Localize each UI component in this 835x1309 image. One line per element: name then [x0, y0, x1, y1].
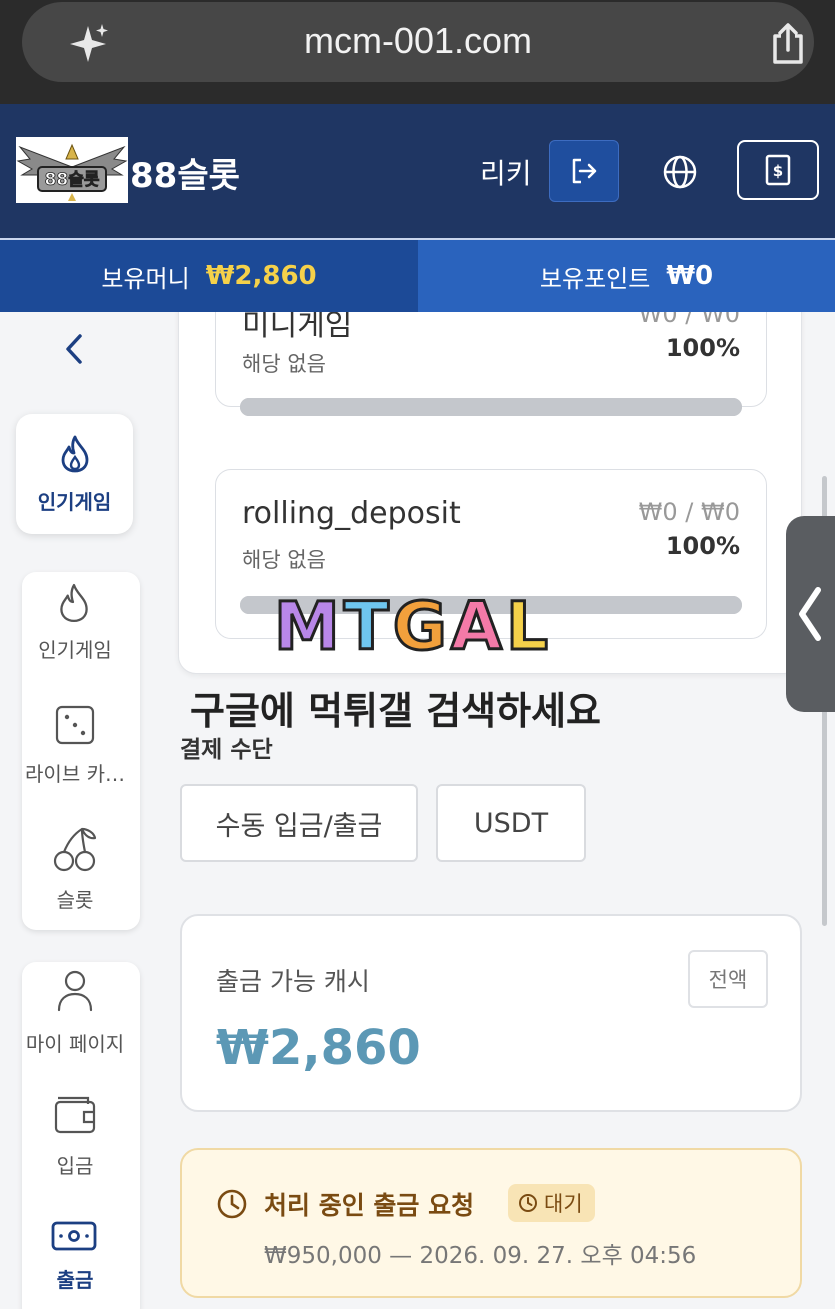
rolling-sub: 해당 없음	[242, 352, 326, 376]
watermark-letter: L	[504, 587, 553, 667]
pending-title: 처리 중인 출금 요청	[264, 1191, 475, 1220]
withdrawable-amount: ₩2,860	[216, 1020, 421, 1076]
rolling-percent: 100%	[665, 334, 740, 362]
dice-icon	[55, 705, 95, 745]
sidebar-item-label: 출금	[56, 1268, 94, 1292]
sidebar-group-games: 인기게임 라이브 카… 슬롯	[22, 572, 140, 930]
watermark: MTGAL	[273, 587, 553, 667]
browser-bar: mcm-001.com	[0, 0, 835, 104]
cherry-icon	[53, 827, 97, 872]
rolling-amount: ₩0 / ₩0	[638, 498, 740, 526]
sidebar-item-slot[interactable]: 슬롯	[0, 824, 150, 920]
pending-withdraw-card: 처리 중인 출금 요청 대기 ₩950,000 — 2026. 09. 27. …	[180, 1148, 802, 1298]
cash-icon	[51, 1221, 97, 1251]
payment-method-title: 결제 수단	[180, 737, 273, 763]
sidebar-item-mypage[interactable]: 마이 페이지	[0, 968, 150, 1058]
wallet-icon	[54, 1096, 96, 1134]
logo-text: 88슬롯	[45, 170, 100, 190]
watermark-letter: A	[449, 587, 506, 667]
drawer-handle[interactable]	[786, 516, 835, 712]
sidebar: 인기게임 인기게임 라이브 카… 슬롯 마이 페이지 입금 출금	[0, 312, 150, 1309]
money-label: 보유머니	[101, 264, 190, 293]
point-value: ₩0	[666, 261, 714, 291]
sidebar-item-label: 인기게임	[37, 490, 112, 514]
brand-name[interactable]: 88슬롯	[130, 148, 240, 197]
balance-bar: 보유머니 ₩2,860 보유포인트 ₩0	[0, 238, 835, 312]
chevron-left-icon[interactable]	[60, 332, 88, 366]
sidebar-item-popular-active[interactable]: 인기게임	[16, 414, 133, 534]
rolling-sub: 해당 없음	[242, 548, 326, 572]
sidebar-item-label: 마이 페이지	[25, 1032, 125, 1056]
chevron-left-icon	[799, 587, 821, 641]
status-text: 대기	[544, 1192, 583, 1216]
logout-icon	[572, 158, 597, 184]
fire-icon	[61, 435, 89, 473]
money-balance[interactable]: 보유머니 ₩2,860	[0, 238, 418, 312]
globe-icon[interactable]	[660, 152, 700, 192]
withdrawable-cash-card: 출금 가능 캐시 ₩2,860 전액	[180, 914, 802, 1112]
svg-text:$: $	[773, 162, 783, 180]
sidebar-group-account: 마이 페이지 입금 출금	[22, 962, 140, 1309]
sidebar-item-label: 입금	[56, 1154, 94, 1178]
sidebar-item-withdraw[interactable]: 출금	[0, 1218, 150, 1308]
rolling-name: rolling_deposit	[242, 496, 461, 531]
username: 리키	[480, 157, 532, 190]
clock-icon	[217, 1189, 247, 1219]
cash-receipt-icon: $	[765, 154, 791, 186]
watermark-letter: M	[273, 587, 344, 667]
cash-button[interactable]: $	[737, 140, 819, 200]
rolling-name: 미니게임	[242, 312, 353, 343]
url-text[interactable]: mcm-001.com	[22, 20, 814, 62]
sidebar-item-label: 라이브 카…	[25, 762, 125, 786]
winged-logo-icon: 88슬롯	[16, 143, 128, 201]
point-label: 보유포인트	[539, 264, 651, 293]
point-balance[interactable]: 보유포인트 ₩0	[418, 238, 835, 312]
site-logo[interactable]: 88슬롯	[16, 137, 128, 203]
payment-method-usdt[interactable]: USDT	[436, 784, 586, 862]
fire-icon	[60, 583, 88, 623]
logout-button[interactable]	[549, 140, 619, 202]
rolling-percent: 100%	[665, 532, 740, 560]
all-amount-button[interactable]: 전액	[688, 950, 768, 1008]
sidebar-item-deposit[interactable]: 입금	[0, 1092, 150, 1182]
watermark-search-hint: 구글에 먹튀갤 검색하세요	[190, 689, 602, 733]
sidebar-item-label: 슬롯	[56, 888, 94, 912]
rolling-progress-fill	[240, 398, 742, 416]
main-content: 미니게임 해당 없음 ₩0 / ₩0 100% rolling_deposit …	[150, 312, 835, 1309]
clock-icon	[519, 1194, 537, 1212]
address-bar[interactable]: mcm-001.com	[22, 2, 814, 82]
rolling-amount: ₩0 / ₩0	[638, 312, 740, 328]
user-icon	[57, 970, 93, 1012]
payment-method-manual[interactable]: 수동 입금/출금	[180, 784, 418, 862]
money-value: ₩2,860	[205, 261, 317, 291]
sidebar-item-live-casino[interactable]: 라이브 카…	[0, 704, 150, 794]
sidebar-item-popular[interactable]: 인기게임	[0, 582, 150, 672]
watermark-letter: G	[391, 587, 451, 667]
watermark-letter: T	[342, 587, 393, 667]
share-icon[interactable]	[767, 22, 809, 66]
pending-detail: ₩950,000 — 2026. 09. 27. 오후 04:56	[264, 1243, 697, 1269]
rolling-card: 미니게임 해당 없음 ₩0 / ₩0 100%	[215, 312, 767, 416]
sidebar-item-label: 인기게임	[38, 638, 112, 662]
status-badge: 대기	[508, 1184, 595, 1222]
withdrawable-label: 출금 가능 캐시	[216, 967, 370, 996]
site-header: 88슬롯 88슬롯 리키 $	[0, 104, 835, 238]
rolling-progress-bar	[240, 398, 742, 416]
